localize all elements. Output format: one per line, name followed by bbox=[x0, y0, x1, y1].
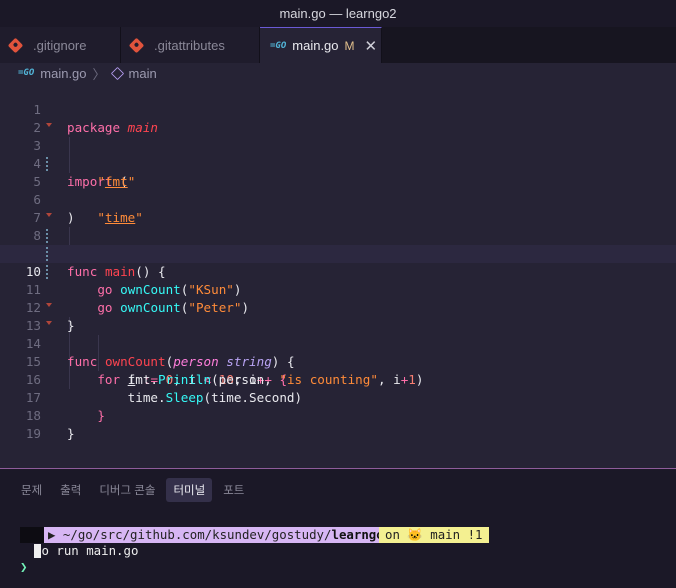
fold-icon[interactable] bbox=[46, 321, 52, 325]
breadcrumb: =GO main.go 〉 main bbox=[0, 63, 676, 83]
tab-output[interactable]: 출력 bbox=[53, 478, 88, 502]
tab-terminal[interactable]: 터미널 bbox=[166, 478, 213, 502]
terminal-prompt-line: ▶ ~/go/src/github.com/ksundev/gostudy/le… bbox=[0, 527, 676, 543]
function-symbol-icon bbox=[110, 66, 124, 80]
tab-debug-console[interactable]: 디버그 콘솔 bbox=[92, 478, 162, 502]
git-modified-marker bbox=[46, 265, 48, 279]
go-file-icon: =GO bbox=[270, 40, 287, 51]
terminal-line: ❯ go run main.go bbox=[0, 511, 676, 558]
code-line: 11 } bbox=[0, 263, 676, 333]
code-line: 9 go ownCount("KSun") bbox=[0, 227, 676, 297]
code-line: 17 } bbox=[0, 371, 676, 423]
chevron-right-icon: 〉 bbox=[92, 66, 106, 82]
breadcrumb-symbol[interactable]: main bbox=[129, 66, 157, 81]
code-line: 18 } bbox=[0, 389, 676, 441]
code-line: 19 bbox=[0, 407, 676, 441]
bottom-panel: 문제 출력 디버그 콘솔 터미널 포트 ❯ go run main.go ▶ ~… bbox=[0, 468, 676, 588]
panel-tab-bar: 문제 출력 디버그 콘솔 터미널 포트 bbox=[14, 477, 255, 503]
line-number: 19 bbox=[25, 426, 41, 441]
git-modified-marker bbox=[46, 247, 48, 261]
code-line: 1 package main bbox=[0, 83, 676, 135]
tab-gitignore[interactable]: .gitignore bbox=[0, 27, 121, 63]
close-icon[interactable]: ✕ bbox=[365, 37, 378, 55]
git-modified-marker bbox=[46, 229, 48, 243]
prompt-git-status: on 🐱 main !1 bbox=[379, 527, 489, 543]
code-line: 15 fmt.Println(person, "is counting", i+… bbox=[0, 335, 676, 387]
terminal-input-line: ❯ bbox=[0, 543, 676, 574]
breadcrumb-file[interactable]: main.go bbox=[40, 66, 86, 81]
window-title: main.go — learngo2 bbox=[0, 0, 676, 27]
git-icon bbox=[7, 37, 24, 53]
code-line: 8 func main() { bbox=[0, 209, 676, 279]
tab-label: .gitattributes bbox=[154, 37, 225, 53]
fold-icon[interactable] bbox=[46, 213, 52, 217]
code-line-current: 10 go ownCount("Peter") bbox=[0, 245, 676, 315]
prompt-path: ▶ ~/go/src/github.com/ksundev/gostudy/le… bbox=[44, 527, 398, 543]
tab-label: main.go bbox=[292, 38, 339, 53]
prompt-arrow: ❯ bbox=[20, 559, 28, 574]
fold-icon[interactable] bbox=[46, 303, 52, 307]
code-editor[interactable]: 1 package main 2 3 import ( 4 "fmt" 5 "t… bbox=[0, 83, 676, 468]
git-modified-marker bbox=[46, 157, 48, 171]
code-line: 13 func ownCount(person string) { bbox=[0, 299, 676, 369]
code-line: 3 import ( bbox=[0, 119, 676, 189]
go-file-icon: =GO bbox=[18, 68, 35, 78]
tab-gitattributes[interactable]: .gitattributes bbox=[121, 27, 260, 63]
tab-label: .gitignore bbox=[33, 37, 87, 53]
code-line: 6 ) bbox=[0, 173, 676, 225]
code-line: 2 bbox=[0, 101, 676, 135]
fold-icon[interactable] bbox=[46, 123, 52, 127]
apple-icon bbox=[20, 527, 44, 543]
modified-indicator: M bbox=[344, 38, 355, 53]
tab-main-go[interactable]: =GO main.go M ✕ bbox=[260, 27, 382, 63]
code-line: 14 for i := 0; i < 10; i++ { bbox=[0, 317, 676, 387]
code-line: 5 "time" bbox=[0, 155, 676, 225]
terminal-cursor bbox=[34, 544, 41, 558]
code-line: 4 "fmt" bbox=[0, 137, 676, 189]
tab-ports[interactable]: 포트 bbox=[216, 478, 251, 502]
code-line: 16 time.Sleep(time.Second) bbox=[0, 353, 676, 405]
editor-tab-bar: .gitignore .gitattributes =GO main.go M … bbox=[0, 27, 676, 63]
git-icon bbox=[128, 37, 145, 53]
tab-problems[interactable]: 문제 bbox=[14, 478, 49, 502]
code-line: 12 bbox=[0, 281, 676, 315]
code-line: 7 bbox=[0, 191, 676, 225]
